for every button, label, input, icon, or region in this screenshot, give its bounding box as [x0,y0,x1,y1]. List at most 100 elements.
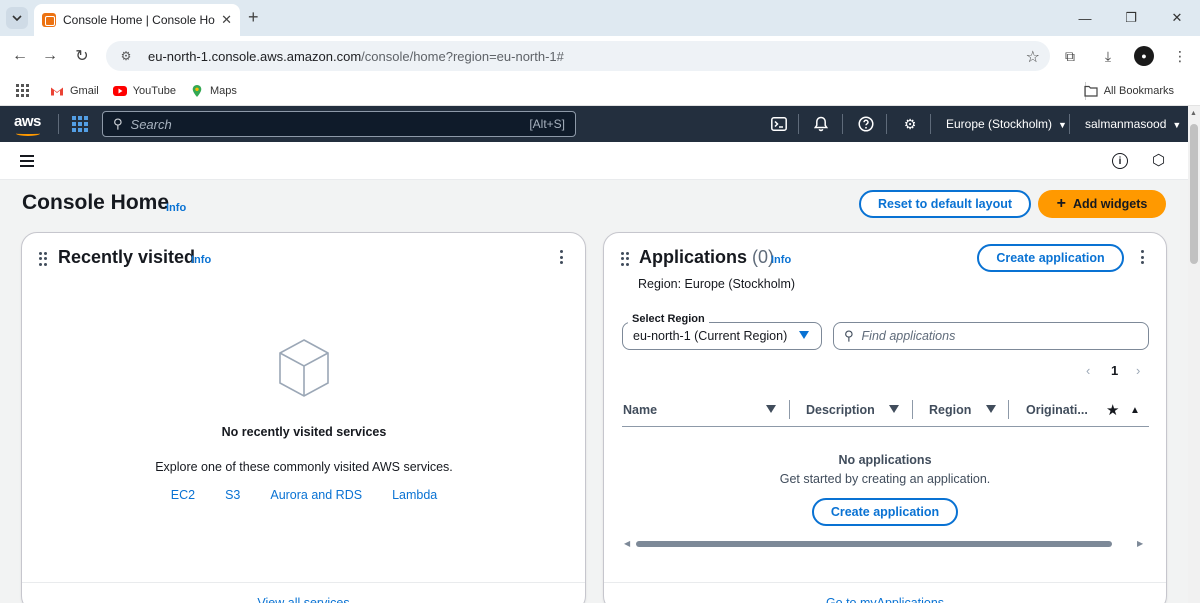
close-window-icon[interactable]: ✕ [1154,0,1200,36]
services-menu-icon[interactable] [72,116,88,132]
bookmark-gmail[interactable]: Gmail [50,85,99,97]
prev-page-icon[interactable]: ‹ [1086,363,1090,378]
url-text: eu-north-1.console.aws.amazon.com/consol… [148,48,564,64]
create-application-button-empty[interactable]: Create application [812,498,958,526]
sort-ascending-icon[interactable]: ▲ [1130,400,1140,420]
service-links: EC2 S3 Aurora and RDS Lambda [22,488,586,502]
service-link-s3[interactable]: S3 [225,488,240,502]
amazon-q-hexagon-icon[interactable]: ⬡ [1152,153,1168,169]
minimize-icon[interactable]: — [1062,0,1108,36]
widget-actions-icon[interactable] [1141,250,1145,264]
maps-pin-icon [192,84,202,97]
column-divider [1008,400,1009,419]
scrollbar-thumb[interactable] [1190,124,1198,264]
browser-menu-icon[interactable]: ⋮ [1168,44,1192,68]
table-header-divider [622,426,1149,427]
browser-toolbar: ← → ↻ ⚙ eu-north-1.console.aws.amazon.co… [0,36,1200,76]
column-header-description[interactable]: Description [806,400,875,420]
bookmark-youtube[interactable]: YouTube [112,85,176,97]
table-horizontal-scrollbar[interactable] [636,541,1112,547]
recently-visited-info-link[interactable]: Info [191,254,211,266]
all-bookmarks[interactable]: All Bookmarks [1084,85,1174,97]
page-scrollbar[interactable]: ▲ [1188,106,1200,603]
column-divider [789,400,790,419]
account-menu[interactable]: salmanmasood ▼ [1085,117,1181,131]
drag-handle-icon[interactable] [39,252,47,266]
scroll-right-arrow-icon[interactable]: ▶ [1137,539,1143,548]
download-icon[interactable]: ⤓ [1096,44,1120,68]
region-select[interactable]: eu-north-1 (Current Region) [622,322,822,350]
page-number[interactable]: 1 [1111,363,1118,378]
add-widgets-button[interactable]: + Add widgets [1038,190,1166,218]
caret-down-icon: ▼ [1172,120,1182,130]
drag-handle-icon[interactable] [621,252,629,266]
service-link-ec2[interactable]: EC2 [171,488,195,502]
help-icon[interactable] [857,115,875,133]
empty-box-icon [279,339,329,397]
gmail-icon [51,87,63,95]
nav-divider [58,114,59,134]
scroll-up-arrow-icon[interactable]: ▲ [1190,110,1197,117]
apps-grid-icon[interactable] [16,83,30,98]
browser-tab-active[interactable]: Console Home | Console Home ✕ [34,4,240,36]
aws-top-nav: aws ⚲ Search [Alt+S] ⚙ Europe (Stockholm… [0,106,1188,142]
view-all-services-link[interactable]: View all services [22,582,585,603]
sort-icon[interactable] [986,405,996,413]
column-header-name[interactable]: Name [623,400,657,420]
aws-search-input[interactable]: ⚲ Search [Alt+S] [102,111,576,137]
back-arrow-icon[interactable]: ← [8,44,32,68]
nav-divider [886,114,887,134]
applications-info-link[interactable]: Info [771,254,791,266]
no-applications-subtitle: Get started by creating an application. [779,472,991,486]
recently-visited-title: Recently visited [58,247,196,267]
folder-icon [1084,85,1098,97]
bookmark-star-icon[interactable]: ☆ [1026,47,1040,67]
chevron-down-icon [12,15,22,21]
settings-gear-icon[interactable]: ⚙ [901,115,919,133]
find-applications-input[interactable]: ⚲ Find applications [833,322,1149,350]
go-to-myapplications-link[interactable]: Go to myApplications [604,582,1166,603]
toolbar-actions: ⧉ ⤓ ● ⋮ [1058,44,1192,68]
column-header-origination[interactable]: Originati... [1026,400,1088,420]
caret-down-icon: ▼ [1058,120,1067,130]
address-bar[interactable]: ⚙ eu-north-1.console.aws.amazon.com/cons… [106,41,1050,71]
bookmark-maps[interactable]: Maps [190,84,237,97]
widget-actions-icon[interactable] [560,250,564,264]
info-panel-icon[interactable]: i [1112,153,1128,169]
sort-icon[interactable] [766,405,776,413]
create-application-button[interactable]: Create application [977,244,1124,272]
hamburger-menu-icon[interactable] [20,155,34,167]
scroll-left-arrow-icon[interactable]: ◀ [624,539,630,548]
nav-divider [1069,114,1070,134]
cloudshell-icon[interactable] [770,115,788,133]
page-info-link[interactable]: Info [166,202,186,214]
select-caret-icon [799,331,809,339]
aws-logo[interactable]: aws [14,113,41,130]
console-subheader: i ⬡ [0,142,1188,180]
service-link-lambda[interactable]: Lambda [392,488,437,502]
forward-arrow-icon[interactable]: → [38,44,62,68]
bookmarks-bar: Gmail YouTube Maps All Bookmarks [0,76,1200,106]
region-selector[interactable]: Europe (Stockholm) ▼ [946,117,1067,131]
extensions-icon[interactable]: ⧉ [1058,44,1082,68]
restore-icon[interactable]: ❐ [1108,0,1154,36]
sort-icon[interactable] [889,405,899,413]
nav-divider [842,114,843,134]
tab-close-icon[interactable]: ✕ [221,12,232,28]
select-region-label: Select Region [628,313,709,325]
reload-icon[interactable]: ↻ [70,44,94,68]
applications-title: Applications (0) [639,247,775,267]
column-header-region[interactable]: Region [929,400,971,420]
notifications-bell-icon[interactable] [812,115,830,133]
nav-divider [930,114,931,134]
new-tab-icon[interactable]: + [248,8,259,26]
next-page-icon[interactable]: › [1136,363,1140,378]
favorite-star-icon[interactable]: ★ [1106,400,1119,420]
site-settings-icon[interactable]: ⚙ [118,48,134,64]
reset-layout-button[interactable]: Reset to default layout [859,190,1031,218]
aws-favicon-icon [42,13,56,27]
aws-logo-smile [16,131,40,136]
service-link-aurora-rds[interactable]: Aurora and RDS [270,488,362,502]
tab-search-button[interactable] [6,7,28,29]
profile-avatar[interactable]: ● [1134,46,1154,66]
